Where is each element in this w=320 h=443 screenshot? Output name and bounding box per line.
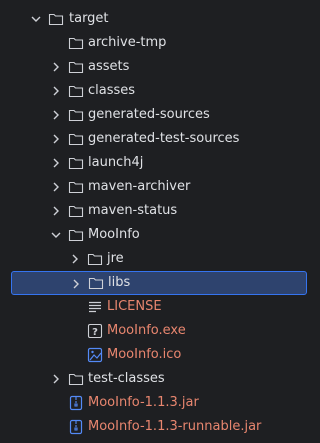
chevron-right-icon[interactable] [49, 204, 63, 218]
folder-icon [68, 37, 84, 50]
tree-row-jar[interactable]: MooInfo-1.1.3.jar [0, 391, 313, 415]
tree-row-launch4j[interactable]: launch4j [0, 151, 313, 175]
tree-item-label: MooInfo.ico [107, 347, 182, 362]
tree-item-label: libs [108, 275, 131, 290]
text-file-icon [89, 301, 101, 313]
tree-row-generated-test-sources[interactable]: generated-test-sources [0, 127, 313, 151]
chevron-right-icon[interactable] [69, 277, 83, 291]
tree-item-label: test-classes [88, 371, 165, 386]
tree-row-jre[interactable]: jre [0, 247, 313, 271]
tree-item-label: MooInfo.exe [107, 323, 186, 338]
archive-file-icon [69, 419, 83, 435]
tree-item-label: MooInfo [88, 227, 140, 242]
tree-row-mooinfo-exe[interactable]: ? MooInfo.exe [0, 319, 313, 343]
chevron-down-icon[interactable] [49, 228, 63, 242]
folder-icon [68, 61, 84, 74]
folder-icon [87, 253, 103, 266]
folder-icon [68, 205, 84, 218]
tree-item-label: generated-test-sources [88, 131, 240, 146]
tree-row-mooinfo[interactable]: MooInfo [0, 223, 313, 247]
tree-row-test-classes[interactable]: test-classes [0, 367, 313, 391]
tree-row-assets[interactable]: assets [0, 55, 313, 79]
folder-icon [88, 277, 104, 290]
tree-row-archive-tmp[interactable]: archive-tmp [0, 31, 313, 55]
tree-row-license[interactable]: LICENSE [0, 295, 313, 319]
chevron-right-icon[interactable] [49, 108, 63, 122]
folder-icon [68, 133, 84, 146]
chevron-right-icon[interactable] [49, 84, 63, 98]
tree-item-label: MooInfo-1.1.3-runnable.jar [88, 419, 262, 434]
tree-item-label: LICENSE [107, 299, 162, 314]
tree-row-mooinfo-ico[interactable]: MooInfo.ico [0, 343, 313, 367]
tree-item-label: launch4j [88, 155, 144, 170]
tree-row-classes[interactable]: classes [0, 79, 313, 103]
svg-text:?: ? [92, 327, 98, 338]
folder-icon [68, 109, 84, 122]
tree-item-label: classes [88, 83, 136, 98]
folder-icon [48, 13, 64, 26]
unknown-file-icon: ? [87, 323, 103, 339]
tree-row-target[interactable]: target [0, 7, 313, 31]
image-file-icon [87, 347, 103, 363]
chevron-right-icon[interactable] [49, 180, 63, 194]
chevron-right-icon[interactable] [68, 252, 82, 266]
tree-item-label: generated-sources [88, 107, 210, 122]
tree-row-maven-status[interactable]: maven-status [0, 199, 313, 223]
tree-item-label: archive-tmp [88, 35, 167, 50]
folder-icon [68, 85, 84, 98]
tree-item-label: assets [88, 59, 130, 74]
tree-item-label: maven-status [88, 203, 178, 218]
folder-icon [68, 229, 84, 242]
archive-file-icon [69, 395, 83, 411]
tree-row-generated-sources[interactable]: generated-sources [0, 103, 313, 127]
tree-item-label: jre [107, 251, 124, 266]
folder-icon [68, 181, 84, 194]
chevron-right-icon[interactable] [49, 132, 63, 146]
tree-row-runnable-jar[interactable]: MooInfo-1.1.3-runnable.jar [0, 415, 313, 439]
project-tree: target archive-tmp assets classes genera… [0, 0, 313, 443]
chevron-down-icon[interactable] [29, 12, 43, 26]
chevron-right-icon[interactable] [49, 372, 63, 386]
folder-icon [68, 373, 84, 386]
tree-row-libs[interactable]: libs [11, 271, 307, 295]
tree-item-label: MooInfo-1.1.3.jar [88, 395, 199, 410]
chevron-right-icon[interactable] [49, 156, 63, 170]
tree-row-maven-archiver[interactable]: maven-archiver [0, 175, 313, 199]
tree-item-label: maven-archiver [88, 179, 191, 194]
tree-item-label: target [69, 11, 109, 26]
folder-icon [68, 157, 84, 170]
chevron-right-icon[interactable] [49, 60, 63, 74]
